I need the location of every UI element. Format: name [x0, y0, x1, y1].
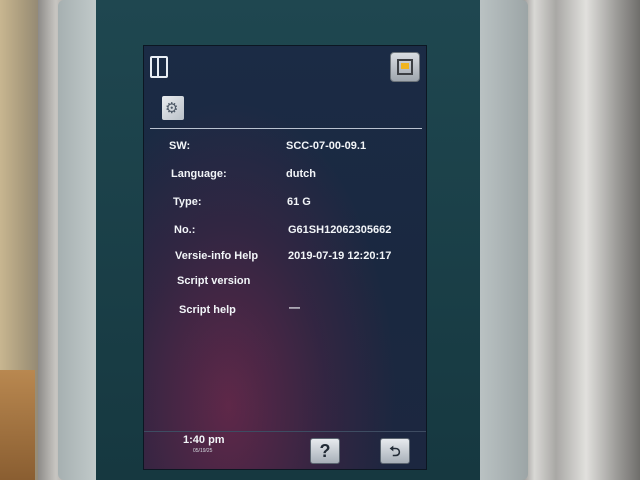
- number-label: No.:: [174, 224, 196, 236]
- type-value: 61 G: [287, 196, 311, 208]
- header-divider: [150, 128, 422, 129]
- sw-value: SCC-07-00-09.1: [286, 140, 367, 152]
- type-label: Type:: [173, 196, 202, 208]
- oven-mode-icon[interactable]: [390, 52, 420, 82]
- language-value: dutch: [286, 168, 316, 180]
- version-info-help-value: 2019-07-19 12:20:17: [288, 250, 392, 262]
- version-info-help-label: Versie-info Help: [175, 250, 259, 262]
- clock-time: 1:40 pm: [183, 434, 225, 446]
- steel-door-right: [520, 0, 640, 480]
- language-label: Language:: [171, 168, 227, 180]
- number-value: G61SH12062305662: [288, 224, 392, 236]
- touch-screen: SW: SCC-07-00-09.1 Language: dutch Type:…: [143, 45, 427, 470]
- wooden-shelf: [0, 370, 35, 480]
- script-help-value: —: [289, 302, 300, 314]
- clock-date: 05/19/25: [193, 448, 213, 454]
- script-version-label: Script version: [177, 275, 251, 287]
- help-button[interactable]: ?: [310, 438, 340, 464]
- panel-toggle-icon[interactable]: [150, 56, 168, 78]
- back-button[interactable]: ⮌: [380, 438, 410, 464]
- sw-label: SW:: [169, 140, 191, 152]
- script-help-label: Script help: [179, 304, 236, 316]
- service-info-icon: [162, 96, 184, 120]
